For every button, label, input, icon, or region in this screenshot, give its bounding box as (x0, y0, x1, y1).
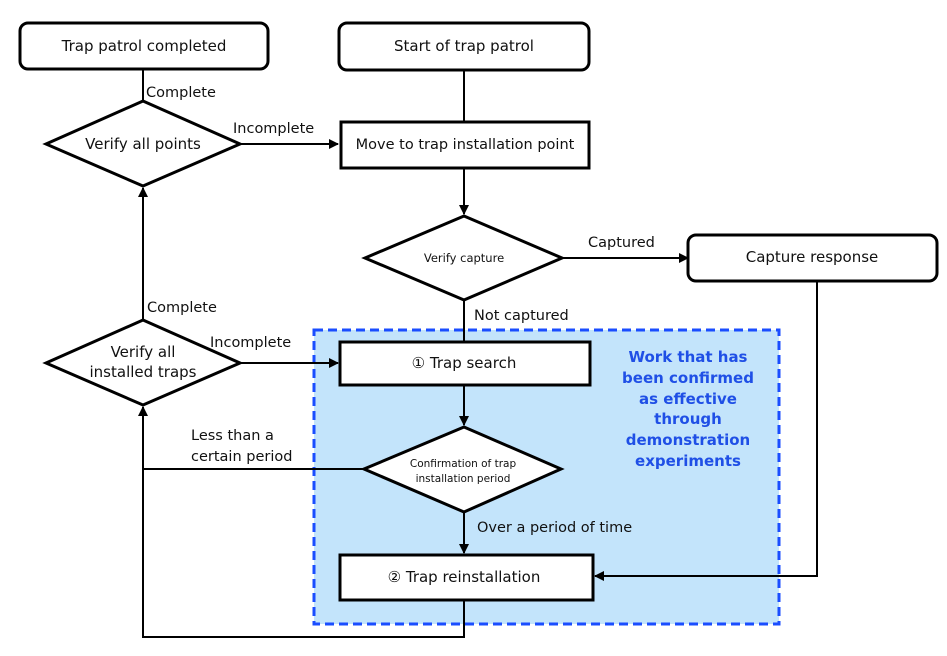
label-verify-installed-line1: Verify all (111, 343, 176, 361)
region-note-line1: Work that has (628, 348, 747, 366)
edge-label-complete-top: Complete (146, 85, 216, 101)
edge-label-less-than-line2: certain period (191, 449, 292, 465)
edge-label-complete-mid: Complete (147, 300, 217, 316)
label-trap-reinstallation: ② Trap reinstallation (388, 568, 541, 586)
label-confirm-line1: Confirmation of trap (410, 458, 517, 470)
region-note-line6: experiments (635, 452, 741, 470)
label-trap-search: ① Trap search (412, 354, 517, 372)
edge-label-captured: Captured (588, 235, 655, 251)
label-verify-all-points: Verify all points (85, 135, 201, 153)
region-note-line3: as effective (639, 390, 737, 408)
region-note-line4: through (654, 410, 722, 428)
label-verify-installed-line2: installed traps (90, 363, 197, 381)
label-start-of-trap-patrol: Start of trap patrol (394, 37, 534, 55)
region-note-line5: demonstration (626, 431, 750, 449)
flowchart: Trap patrol completed Start of trap patr… (18, 21, 939, 638)
label-trap-patrol-completed: Trap patrol completed (61, 37, 227, 55)
label-capture-response: Capture response (746, 248, 879, 266)
edge-label-incomplete-top: Incomplete (233, 121, 314, 137)
edge-label-over-period: Over a period of time (477, 520, 632, 536)
edge-label-less-than-line1: Less than a (191, 428, 274, 444)
label-confirm-line2: installation period (416, 473, 511, 485)
edge-label-not-captured: Not captured (474, 308, 569, 324)
label-verify-capture: Verify capture (424, 251, 504, 265)
region-note-line2: been confirmed (622, 369, 754, 387)
label-move-to-point: Move to trap installation point (356, 137, 575, 153)
edge-label-incomplete-mid: Incomplete (210, 335, 291, 351)
